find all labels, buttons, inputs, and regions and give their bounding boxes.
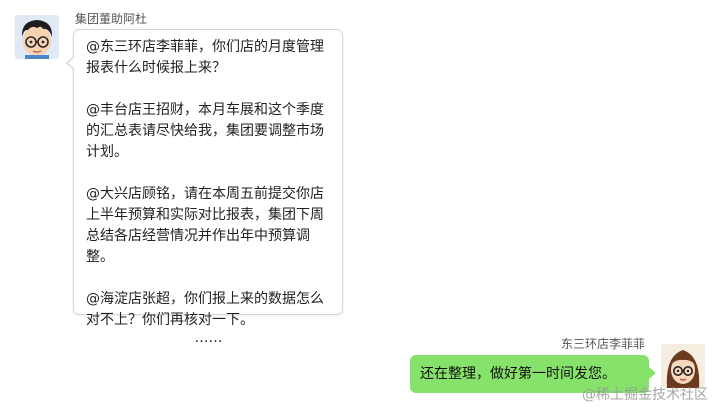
message-paragraph-3: @大兴店顾铭，请在本周五前提交你店上半年预算和实际对比报表，集团下周总结各店经营… xyxy=(86,186,324,265)
message-paragraph-1: @东三环店李菲菲，你们店的月度管理报表什么时候报上来？ xyxy=(86,39,324,76)
outgoing-sender-name: 东三环店李菲菲 xyxy=(560,337,645,351)
message-paragraph-4: @海淀店张超，你们报上来的数据怎么对不上？你们再核对一下。 xyxy=(86,291,324,328)
message-paragraph-2: @丰台店王招财，本月车展和这个季度的汇总表请尽快给我，集团要调整市场计划。 xyxy=(86,102,324,160)
message-ellipsis: …… xyxy=(194,330,223,346)
user-avatar-girl-icon[interactable] xyxy=(661,344,705,388)
sender-avatar-boy-icon[interactable] xyxy=(15,15,59,59)
watermark-text: @稀土掘金技术社区 xyxy=(582,387,708,403)
incoming-sender-name: 集团董助阿杜 xyxy=(75,12,148,26)
chat-window: 集团董助阿杜 @东三环店李菲菲，你们店的月度管理报表什么时候报上来？ @丰台店王… xyxy=(0,0,720,412)
incoming-message-bubble[interactable]: @东三环店李菲菲，你们店的月度管理报表什么时候报上来？ @丰台店王招财，本月车展… xyxy=(66,29,343,345)
